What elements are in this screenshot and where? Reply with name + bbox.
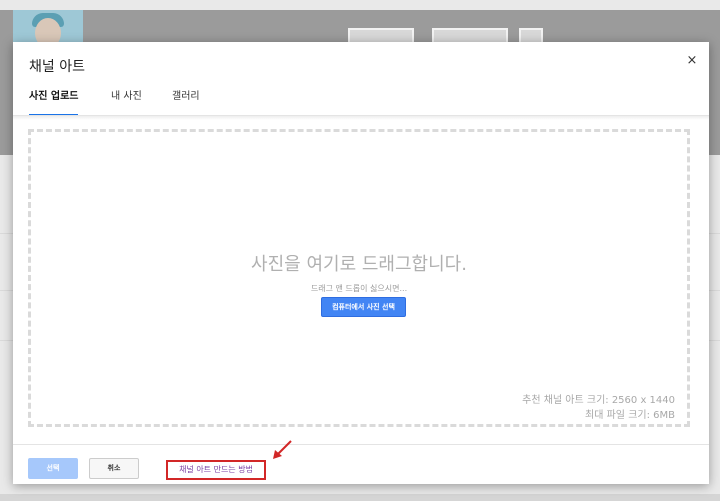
arrow-icon xyxy=(273,440,292,459)
channel-art-dialog: 채널 아트 × 사진 업로드 내 사진 갤러리 사진을 여기로 드래그합니다. … xyxy=(13,42,709,484)
select-button[interactable]: 선택 xyxy=(28,458,78,479)
recommended-size-text: 추천 채널 아트 크기: 2560 x 1440 xyxy=(522,395,675,406)
photo-drop-zone[interactable]: 사진을 여기로 드래그합니다. 드래그 앤 드롭이 싫으시면... 컴퓨터에서 … xyxy=(28,129,690,427)
tab-my-photos[interactable]: 내 사진 xyxy=(111,90,142,114)
how-to-make-channel-art-link[interactable]: 채널 아트 만드는 방법 xyxy=(166,460,266,480)
max-file-size-text: 최대 파일 크기: 6MB xyxy=(585,410,675,421)
footer-divider xyxy=(13,444,709,445)
tab-gallery[interactable]: 갤러리 xyxy=(172,90,200,114)
drop-zone-subtitle: 드래그 앤 드롭이 싫으시면... xyxy=(310,284,408,293)
drop-zone-title: 사진을 여기로 드래그합니다. xyxy=(251,254,467,275)
cancel-button[interactable]: 취소 xyxy=(89,458,139,479)
dialog-title: 채널 아트 xyxy=(29,59,85,75)
select-from-computer-button[interactable]: 컴퓨터에서 사진 선택 xyxy=(321,297,406,317)
close-icon[interactable]: × xyxy=(685,54,699,68)
tab-upload-photo[interactable]: 사진 업로드 xyxy=(29,90,79,116)
